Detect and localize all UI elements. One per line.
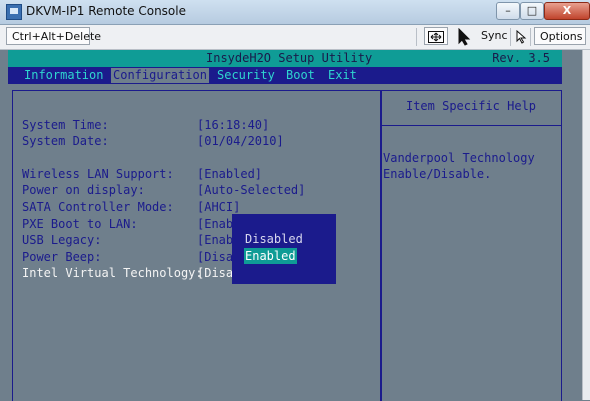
setting-label-pxe-boot: PXE Boot to LAN: xyxy=(22,217,138,231)
setting-label-power-on-display: Power on display: xyxy=(22,183,145,197)
window-title: DKVM-IP1 Remote Console xyxy=(26,4,186,18)
setting-value-power-beep[interactable]: [Disa xyxy=(197,249,233,265)
setting-value-power-on-display[interactable]: [Auto-Selected] xyxy=(197,182,305,198)
setting-value-system-date[interactable]: [01/04/2010] xyxy=(197,133,284,149)
fit-screen-button[interactable] xyxy=(424,27,448,45)
menu-information[interactable]: Information xyxy=(22,68,105,83)
bios-revision: Rev. 3.5 xyxy=(492,51,550,65)
remote-screen[interactable]: InsydeH2O Setup Utility Rev. 3.5 Informa… xyxy=(0,50,590,401)
pointer-icon[interactable] xyxy=(516,30,528,44)
help-title: Item Specific Help xyxy=(405,99,537,113)
options-button[interactable]: Options xyxy=(534,27,586,45)
help-divider xyxy=(381,125,561,126)
menu-security[interactable]: Security xyxy=(215,68,277,83)
console-toolbar: Ctrl+Alt+Delete Sync Options xyxy=(0,25,590,50)
fit-screen-icon xyxy=(428,31,444,43)
window-right-border xyxy=(582,50,590,400)
toolbar-separator xyxy=(530,28,531,46)
setting-value-intel-vt[interactable]: [Disa xyxy=(197,265,233,281)
ctrl-alt-delete-button[interactable]: Ctrl+Alt+Delete xyxy=(6,27,101,45)
setting-value-usb-legacy[interactable]: [Enab xyxy=(197,232,233,248)
bios-title: InsydeH2O Setup Utility xyxy=(206,51,373,65)
popup-option-enabled[interactable]: Enabled xyxy=(244,248,297,264)
setting-label-system-time: System Time: xyxy=(22,118,109,132)
setting-value-system-time[interactable]: [16:18:40] xyxy=(197,117,269,133)
help-text-line-2: Enable/Disable. xyxy=(383,167,492,181)
menu-boot[interactable]: Boot xyxy=(284,68,317,83)
bios-header: InsydeH2O Setup Utility Rev. 3.5 xyxy=(8,50,562,67)
bios-menubar: Information Configuration Security Boot … xyxy=(8,67,562,84)
toolbar-separator xyxy=(416,28,417,46)
option-popup: Disabled Enabled xyxy=(232,214,336,284)
setting-value-pxe-boot[interactable]: [Enab xyxy=(197,216,233,232)
popup-option-disabled[interactable]: Disabled xyxy=(245,231,303,247)
setting-label-sata-mode: SATA Controller Mode: xyxy=(22,200,174,214)
menu-exit[interactable]: Exit xyxy=(326,68,359,83)
close-button[interactable]: X xyxy=(544,2,590,20)
minimize-button[interactable]: – xyxy=(496,2,520,20)
menu-configuration[interactable]: Configuration xyxy=(111,68,209,83)
setting-label-intel-vt: Intel Virtual Technology: xyxy=(22,266,203,280)
setting-value-sata-mode[interactable]: [AHCI] xyxy=(197,199,240,215)
app-icon xyxy=(6,4,22,20)
setting-label-power-beep: Power Beep: xyxy=(22,250,102,264)
window-titlebar: DKVM-IP1 Remote Console – □ X xyxy=(0,0,590,25)
maximize-button[interactable]: □ xyxy=(520,2,544,20)
setting-label-usb-legacy: USB Legacy: xyxy=(22,233,102,247)
setting-label-wireless-lan: Wireless LAN Support: xyxy=(22,167,174,181)
help-text-line-1: Vanderpool Technology xyxy=(383,151,535,165)
setting-value-wireless-lan[interactable]: [Enabled] xyxy=(197,166,262,182)
toolbar-separator xyxy=(510,28,511,46)
setting-label-system-date: System Date: xyxy=(22,134,109,148)
help-panel: Item Specific Help xyxy=(380,90,562,401)
cursor-icon[interactable] xyxy=(458,28,472,46)
sync-button[interactable]: Sync xyxy=(476,27,508,45)
